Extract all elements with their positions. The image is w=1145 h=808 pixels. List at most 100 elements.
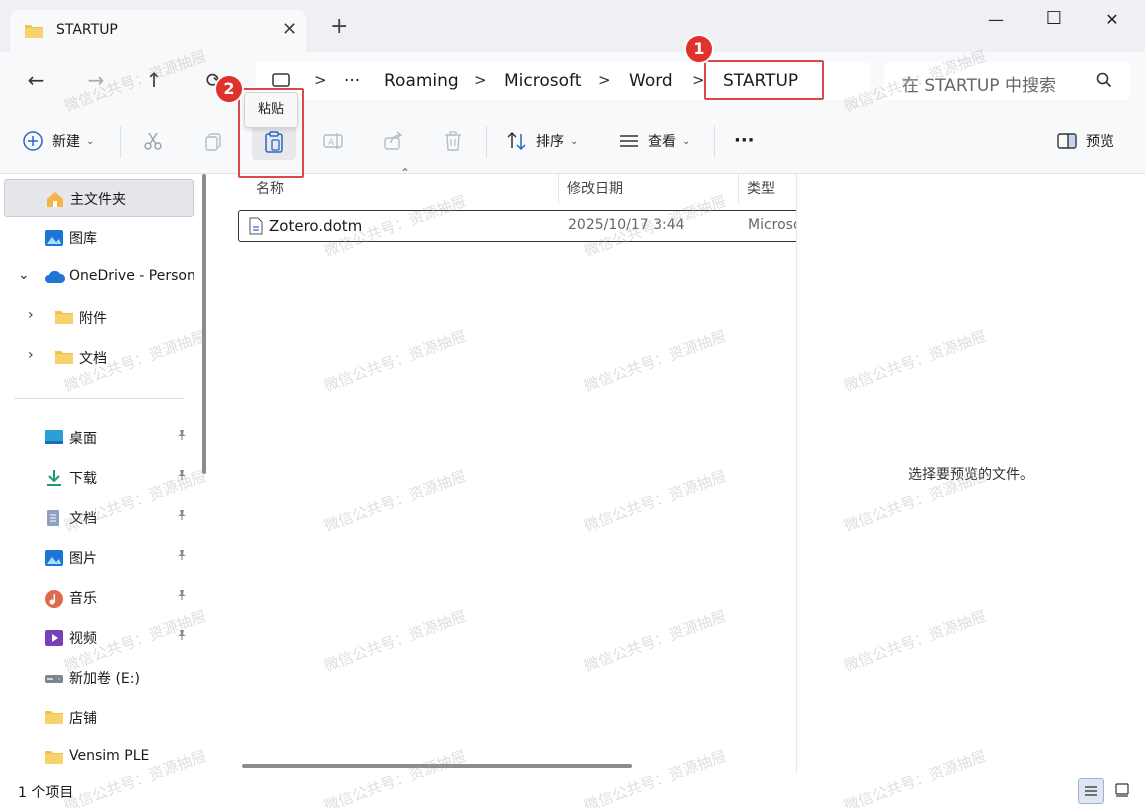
tab-close-icon[interactable]: ✕ — [282, 19, 297, 40]
sidebar-item-label: Vensim PLE — [69, 748, 150, 764]
up-button[interactable]: ↑ — [140, 68, 168, 92]
breadcrumb-overflow[interactable]: ··· — [344, 71, 360, 91]
new-tab-button[interactable]: + — [330, 16, 348, 38]
command-bar: 新建 ⌄ A 排序 ⌄ 查看 ⌄ ··· 预览 — [0, 110, 1145, 174]
sidebar-item-gallery[interactable]: 图库 — [4, 219, 194, 257]
sort-ascending-icon: ⌃ — [400, 166, 411, 180]
step-badge-1: 1 — [684, 34, 714, 64]
sidebar-item-vensim[interactable]: Vensim PLE — [4, 739, 194, 777]
forward-button[interactable]: → — [82, 68, 110, 92]
rename-icon: A — [322, 130, 344, 152]
sort-button[interactable]: 排序 ⌄ — [506, 130, 578, 152]
chevron-down-icon[interactable]: ⌄ — [18, 267, 30, 283]
tab-startup[interactable]: STARTUP ✕ — [10, 10, 306, 52]
preview-pane-button[interactable]: 预览 — [1056, 130, 1114, 152]
scissors-icon — [142, 130, 164, 152]
music-icon — [44, 589, 64, 608]
sidebar-scrollbar[interactable] — [202, 174, 206, 474]
sidebar-item-attachments[interactable]: › 附件 — [4, 299, 194, 337]
desktop-icon — [44, 429, 64, 447]
pin-icon[interactable] — [176, 549, 188, 565]
preview-pane: 选择要预览的文件。 — [797, 174, 1145, 774]
rename-button[interactable]: A — [322, 130, 344, 152]
new-label: 新建 — [52, 134, 80, 150]
view-button[interactable]: 查看 ⌄ — [618, 130, 690, 152]
chevron-right-icon[interactable]: › — [28, 347, 34, 363]
column-divider[interactable] — [558, 174, 559, 204]
cut-button[interactable] — [142, 130, 164, 152]
chevron-right-icon[interactable]: › — [28, 307, 34, 323]
copy-button[interactable] — [202, 130, 224, 152]
file-type: Microsoft Word — [748, 217, 796, 233]
sidebar-item-onedrive[interactable]: ⌄ OneDrive - Personal — [4, 259, 194, 297]
table-row[interactable]: Zotero.dotm 2025/10/17 3:44 Microsoft Wo… — [238, 210, 796, 242]
sidebar-item-videos[interactable]: 视频 — [4, 619, 194, 657]
sidebar-item-label: 图库 — [69, 231, 97, 247]
breadcrumb-roaming[interactable]: Roaming — [384, 71, 459, 91]
sidebar-divider — [14, 398, 184, 399]
sort-label: 排序 — [536, 134, 564, 150]
breadcrumb-separator: > — [598, 71, 611, 89]
sidebar-item-shop[interactable]: 店铺 — [4, 699, 194, 737]
share-button[interactable] — [382, 130, 404, 152]
onedrive-icon — [44, 269, 66, 287]
share-icon — [382, 130, 404, 152]
sidebar-item-downloads[interactable]: 下载 — [4, 459, 194, 497]
title-bar: STARTUP ✕ + — ☐ ✕ — [0, 0, 1145, 52]
details-view-button[interactable] — [1078, 778, 1104, 804]
sidebar-item-pictures[interactable]: 图片 — [4, 539, 194, 577]
videos-icon — [44, 629, 64, 647]
pin-icon[interactable] — [176, 509, 188, 525]
step-badge-2: 2 — [214, 74, 244, 104]
sidebar-item-home[interactable]: 主文件夹 — [4, 179, 194, 217]
tiles-view-icon — [1115, 783, 1129, 801]
column-header-name[interactable]: 名称 — [256, 178, 284, 198]
sort-icon — [506, 130, 528, 152]
folder-icon — [24, 23, 44, 43]
search-input[interactable]: 在 STARTUP 中搜索 — [902, 71, 1056, 96]
sidebar-item-docs-folder[interactable]: › 文档 — [4, 339, 194, 377]
tiles-view-button[interactable] — [1110, 778, 1136, 804]
toolbar-divider — [120, 126, 121, 158]
breadcrumb-microsoft[interactable]: Microsoft — [504, 71, 581, 91]
sidebar-item-drive-e[interactable]: 新加卷 (E:) — [4, 659, 194, 697]
delete-button[interactable] — [442, 130, 464, 152]
documents-icon — [44, 509, 64, 527]
folder-icon — [44, 749, 64, 767]
pin-icon[interactable] — [176, 589, 188, 605]
column-divider[interactable] — [738, 174, 739, 204]
sidebar-item-desktop[interactable]: 桌面 — [4, 419, 194, 457]
sidebar-item-label: 主文件夹 — [70, 192, 126, 208]
navigation-pane: 主文件夹 图库 ⌄ OneDrive - Personal › 附件 › 文档 … — [0, 174, 214, 774]
chevron-down-icon: ⌄ — [682, 135, 691, 147]
sidebar-item-label: 文档 — [79, 351, 107, 367]
search-icon[interactable] — [1096, 72, 1112, 92]
search-box[interactable]: 在 STARTUP 中搜索 — [884, 62, 1130, 100]
gallery-icon — [44, 229, 64, 247]
pin-icon[interactable] — [176, 629, 188, 645]
pin-icon[interactable] — [176, 469, 188, 485]
folder-icon — [44, 709, 64, 727]
column-header-modified[interactable]: 修改日期 — [567, 178, 623, 198]
highlight-startup — [704, 60, 824, 100]
home-icon — [45, 190, 65, 208]
minimize-button[interactable]: — — [976, 10, 1016, 29]
view-list-icon — [618, 130, 640, 152]
maximize-button[interactable]: ☐ — [1034, 8, 1074, 29]
close-window-button[interactable]: ✕ — [1092, 10, 1132, 29]
sidebar-item-label: 新加卷 (E:) — [69, 671, 140, 687]
file-list: ⌃ 名称 修改日期 类型 Zotero.dotm 2025/10/17 3:44… — [220, 166, 796, 774]
pin-icon[interactable] — [176, 429, 188, 445]
download-icon — [44, 469, 64, 487]
sidebar-item-documents[interactable]: 文档 — [4, 499, 194, 537]
horizontal-scrollbar[interactable] — [242, 764, 632, 768]
back-button[interactable]: ← — [22, 68, 50, 92]
more-options-button[interactable]: ··· — [734, 130, 755, 151]
column-header-type[interactable]: 类型 — [747, 178, 775, 198]
sidebar-item-label: OneDrive - Personal — [69, 268, 194, 284]
toolbar-divider — [714, 126, 715, 158]
breadcrumb-word[interactable]: Word — [629, 71, 673, 91]
sidebar-item-music[interactable]: 音乐 — [4, 579, 194, 617]
new-button[interactable]: 新建 ⌄ — [22, 130, 94, 152]
file-modified: 2025/10/17 3:44 — [568, 217, 685, 233]
